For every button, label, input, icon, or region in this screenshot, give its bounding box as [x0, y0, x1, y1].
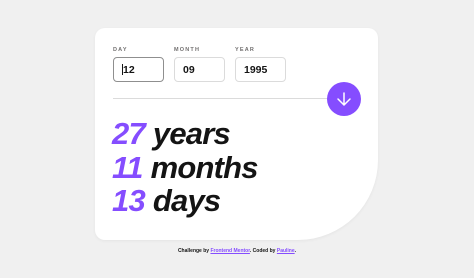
- month-field: MONTH 09: [174, 47, 225, 82]
- month-input-value: 09: [183, 64, 195, 76]
- years-result: 27 years: [112, 117, 258, 151]
- days-value: 13: [112, 183, 146, 218]
- day-input[interactable]: 12: [113, 57, 164, 82]
- year-field: YEAR 1995: [235, 47, 286, 82]
- year-label: YEAR: [235, 47, 256, 53]
- day-field: DAY 12: [113, 47, 164, 82]
- attribution-middle: . Coded by: [249, 248, 277, 254]
- age-calculator-card: DAY 12 MONTH 09 YEAR 1995 27 years 11 mont…: [95, 28, 378, 240]
- years-value: 27: [112, 116, 146, 151]
- arrow-down-icon: [337, 92, 351, 106]
- year-input-value: 1995: [244, 64, 268, 76]
- divider: [113, 98, 345, 99]
- months-value: 11: [112, 149, 143, 185]
- months-unit: months: [150, 149, 259, 185]
- days-result: 13 days: [112, 184, 258, 218]
- attribution-suffix: .: [294, 248, 297, 254]
- author-link[interactable]: Pauline: [277, 248, 295, 254]
- attribution-prefix: Challenge by: [177, 248, 211, 254]
- results: 27 years 11 months 13 days: [112, 117, 259, 218]
- month-label: MONTH: [174, 47, 201, 53]
- day-label: DAY: [113, 47, 128, 53]
- day-input-value: 12: [123, 64, 135, 76]
- attribution: Challenge by Frontend Mentor. Coded by P…: [0, 248, 474, 254]
- year-input[interactable]: 1995: [235, 57, 286, 82]
- days-unit: days: [152, 183, 221, 218]
- frontend-mentor-link[interactable]: Frontend Mentor: [210, 248, 249, 254]
- month-input[interactable]: 09: [174, 57, 225, 82]
- months-result: 11 months: [112, 149, 259, 185]
- years-unit: years: [152, 116, 231, 151]
- submit-button[interactable]: [327, 82, 361, 116]
